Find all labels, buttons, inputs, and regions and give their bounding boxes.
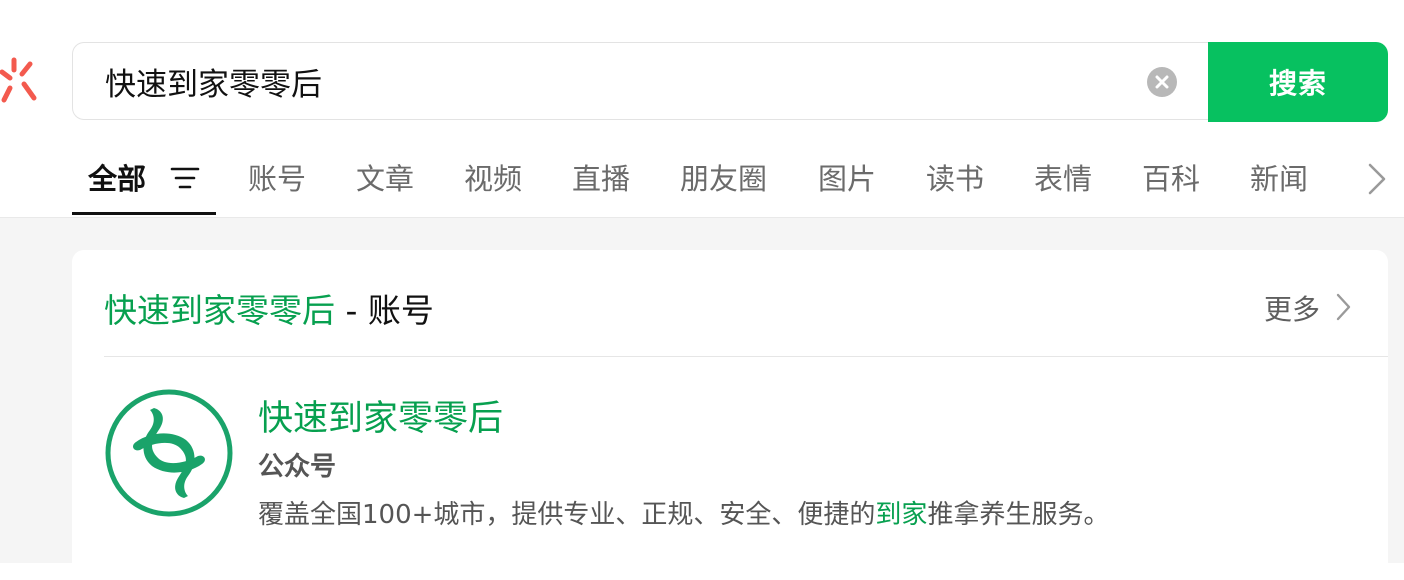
search-input[interactable] — [105, 55, 1125, 107]
tab-all[interactable]: 全部 — [88, 140, 146, 218]
tab-videos[interactable]: 视频 — [464, 140, 522, 218]
section-title: 快速到家零零后 - 账号 — [104, 284, 434, 332]
account-type-label: 公众号 — [258, 452, 337, 482]
clear-search-button[interactable] — [1147, 67, 1177, 97]
description-keyword: 到家 — [875, 500, 928, 530]
tab-moments[interactable]: 朋友圈 — [680, 140, 767, 218]
description-text-end: 推拿养生服务。 — [927, 500, 1110, 530]
description-text-start: 覆盖全国100+城市，提供专业、正规、安全、便捷的 — [258, 500, 876, 530]
tab-encyclopedia[interactable]: 百科 — [1142, 140, 1200, 218]
clear-circle-icon — [1155, 75, 1169, 89]
section-title-suffix: - 账号 — [335, 291, 434, 330]
tab-stickers[interactable]: 表情 — [1034, 140, 1092, 218]
hands-logo-avatar-icon[interactable] — [104, 388, 234, 518]
chevron-right-icon[interactable] — [1364, 162, 1390, 196]
tab-bar: 全部 账号 文章 视频 直播 朋友圈 图片 读书 表情 百科 新闻 — [0, 140, 1404, 218]
tab-articles[interactable]: 文章 — [356, 140, 414, 218]
tab-news[interactable]: 新闻 — [1250, 140, 1308, 218]
more-link[interactable]: 更多 — [1264, 288, 1320, 328]
search-box — [72, 42, 1208, 120]
account-result-card: 快速到家零零后 - 账号 更多 快速到家零零后 公众号 覆盖全国100+城市，提… — [72, 250, 1388, 580]
tab-accounts[interactable]: 账号 — [248, 140, 306, 218]
search-button[interactable]: 搜索 — [1208, 42, 1388, 122]
filter-lines-icon[interactable] — [170, 166, 200, 190]
tab-images[interactable]: 图片 — [818, 140, 876, 218]
wechat-search-logo-icon[interactable] — [0, 54, 44, 110]
active-tab-indicator — [72, 212, 216, 215]
section-title-keyword: 快速到家零零后 — [104, 291, 335, 330]
more-chevron-icon[interactable] — [1334, 292, 1352, 322]
tab-books[interactable]: 读书 — [926, 140, 984, 218]
tab-live[interactable]: 直播 — [572, 140, 630, 218]
account-name[interactable]: 快速到家零零后 — [258, 390, 503, 441]
account-description: 覆盖全国100+城市，提供专业、正规、安全、便捷的到家推拿养生服务。 — [258, 494, 1109, 531]
card-divider — [104, 356, 1388, 357]
